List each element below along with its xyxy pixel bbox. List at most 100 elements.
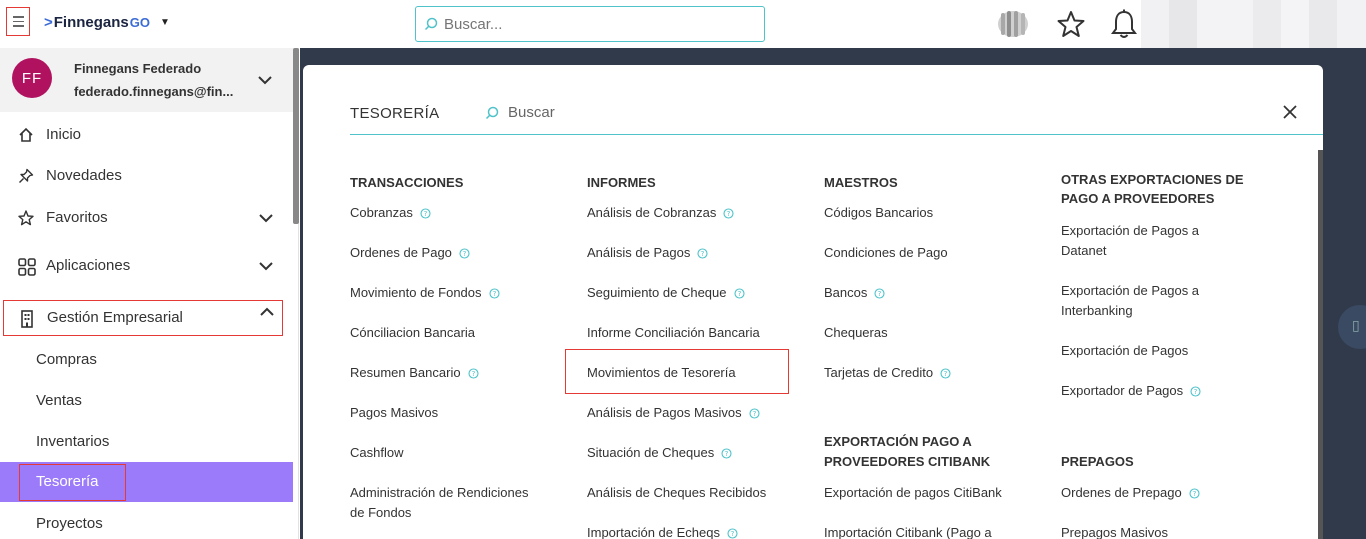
- menu-link[interactable]: Cobranzas?: [350, 203, 431, 223]
- menu-link[interactable]: Pagos Masivos: [350, 403, 438, 423]
- hamburger-icon[interactable]: [6, 7, 30, 36]
- menu-link[interactable]: Informe Conciliación Bancaria: [587, 323, 760, 343]
- menu-link[interactable]: Condiciones de Pago: [824, 243, 948, 263]
- sidebar-subitem-tesoreria[interactable]: Tesorería: [0, 462, 293, 502]
- menu-link-label: Situación de Cheques: [587, 445, 715, 460]
- building-icon: [21, 310, 33, 328]
- help-icon[interactable]: ?: [459, 247, 470, 259]
- close-icon[interactable]: [1282, 104, 1298, 120]
- sidebar-subitem-inventarios[interactable]: Inventarios: [0, 422, 293, 462]
- star-icon[interactable]: [1057, 10, 1085, 38]
- home-icon: [19, 127, 33, 142]
- menu-link[interactable]: Administración de Rendiciones: [350, 483, 528, 503]
- menu-link[interactable]: Exportación de Pagos: [1061, 341, 1188, 361]
- menu-link-continuation[interactable]: Interbanking: [1061, 301, 1133, 321]
- sidebar-item-inicio[interactable]: Inicio: [0, 115, 293, 155]
- menu-link[interactable]: Cashflow: [350, 443, 403, 463]
- sidebar-item-gestion-empresarial[interactable]: Gestión Empresarial: [3, 300, 283, 336]
- menu-link[interactable]: Ordenes de Prepago?: [1061, 483, 1200, 503]
- search-icon: [485, 106, 499, 119]
- menu-link-label: Movimiento de Fondos: [350, 285, 482, 300]
- help-icon[interactable]: ?: [733, 287, 745, 299]
- help-icon[interactable]: ?: [420, 207, 431, 219]
- svg-text:?: ?: [463, 250, 467, 258]
- help-icon[interactable]: ?: [727, 527, 738, 539]
- menu-link-label: Análisis de Pagos Masivos: [587, 405, 742, 420]
- help-icon[interactable]: ?: [874, 287, 885, 299]
- finnegans-globe-icon[interactable]: [995, 9, 1031, 39]
- menu-link[interactable]: Análisis de Pagos?: [587, 243, 708, 263]
- sidebar-item-label: Inicio: [46, 126, 82, 143]
- menu-link[interactable]: Cónciliacion Bancaria: [350, 323, 475, 343]
- sidebar-subitem-compras[interactable]: Compras: [0, 340, 293, 380]
- menu-link-label: Exportación de Pagos: [1061, 343, 1189, 358]
- help-icon[interactable]: ?: [1190, 385, 1201, 397]
- menu-link-label: Análisis de Cheques Recibidos: [587, 485, 767, 500]
- menu-link[interactable]: Análisis de Cobranzas?: [587, 203, 734, 223]
- chevron-down-icon[interactable]: [259, 262, 273, 271]
- menu-link[interactable]: Ordenes de Pago?: [350, 243, 470, 263]
- sidebar-subitem-ventas[interactable]: Ventas: [0, 381, 293, 421]
- panel-search-placeholder[interactable]: Buscar: [508, 104, 555, 121]
- sidebar-item-favoritos[interactable]: Favoritos: [0, 198, 293, 238]
- app-logo[interactable]: > Finnegans GO ▼: [44, 14, 170, 31]
- help-icon[interactable]: ?: [488, 287, 500, 299]
- menu-link[interactable]: Movimiento de Fondos?: [350, 283, 500, 303]
- sidebar-subitem-proyectos[interactable]: Proyectos: [0, 504, 293, 539]
- section-heading: TRANSACCIONES: [350, 175, 464, 190]
- menu-link-label: Tarjetas de Credito: [824, 365, 934, 380]
- menu-link-continuation[interactable]: de Fondos: [350, 503, 411, 523]
- menu-link[interactable]: Exportación de pagos CitiBank: [824, 483, 1002, 503]
- menu-link[interactable]: Bancos?: [824, 283, 885, 303]
- global-search[interactable]: [415, 6, 765, 42]
- menu-link-label: Informe Conciliación Bancaria: [587, 325, 760, 340]
- panel-search[interactable]: Buscar: [485, 104, 555, 121]
- help-icon[interactable]: ?: [1189, 487, 1200, 499]
- menu-link[interactable]: Tarjetas de Credito?: [824, 363, 951, 383]
- menu-link[interactable]: Exportación de Pagos a: [1061, 221, 1199, 241]
- help-icon[interactable]: ?: [723, 207, 734, 219]
- menu-link-label: Interbanking: [1061, 303, 1133, 318]
- avatar[interactable]: FF: [12, 58, 52, 98]
- svg-text:?: ?: [424, 210, 428, 218]
- panel-scrollbar[interactable]: [1318, 150, 1323, 539]
- help-icon[interactable]: ?: [749, 407, 760, 419]
- menu-link[interactable]: Importación Citibank (Pago a: [824, 523, 992, 539]
- menu-link[interactable]: Chequeras: [824, 323, 888, 343]
- user-card[interactable]: FF Finnegans Federado federado.finnegans…: [0, 48, 298, 112]
- sidebar-subitem-label: Proyectos: [36, 515, 103, 532]
- section-heading: OTRAS EXPORTACIONES DE: [1061, 172, 1244, 187]
- menu-link[interactable]: Códigos Bancarios: [824, 203, 933, 223]
- sidebar-scrollbar[interactable]: [293, 48, 299, 224]
- chevron-up-icon[interactable]: [260, 307, 274, 316]
- menu-link[interactable]: Situación de Cheques?: [587, 443, 732, 463]
- menu-link[interactable]: Resumen Bancario?: [350, 363, 479, 383]
- svg-text:?: ?: [725, 450, 729, 458]
- svg-text:?: ?: [701, 250, 705, 258]
- caret-down-icon[interactable]: ▼: [160, 17, 170, 28]
- grid-icon: [18, 258, 36, 276]
- menu-link[interactable]: Exportación de Pagos a: [1061, 281, 1199, 301]
- svg-text:?: ?: [1194, 388, 1198, 396]
- help-icon[interactable]: ?: [721, 447, 732, 459]
- svg-text:?: ?: [492, 290, 496, 298]
- sidebar-item-aplicaciones[interactable]: Aplicaciones: [0, 246, 293, 286]
- bell-icon[interactable]: [1111, 9, 1137, 39]
- menu-link[interactable]: Exportador de Pagos?: [1061, 381, 1201, 401]
- menu-link-label: Chequeras: [824, 325, 888, 340]
- menu-link[interactable]: Seguimiento de Cheque?: [587, 283, 745, 303]
- help-icon[interactable]: ?: [697, 247, 708, 259]
- menu-link[interactable]: Análisis de Cheques Recibidos: [587, 483, 766, 503]
- help-icon[interactable]: ?: [468, 367, 479, 379]
- menu-link[interactable]: Prepagos Masivos: [1061, 523, 1168, 539]
- chevron-down-icon[interactable]: [258, 76, 272, 85]
- global-search-input[interactable]: [444, 15, 744, 33]
- chevron-down-icon[interactable]: [259, 214, 273, 223]
- sidebar-item-novedades[interactable]: Novedades: [0, 156, 293, 196]
- menu-link[interactable]: Análisis de Pagos Masivos?: [587, 403, 760, 423]
- menu-link-continuation[interactable]: Datanet: [1061, 241, 1107, 261]
- menu-link-label: Análisis de Cobranzas: [587, 205, 717, 220]
- menu-link-label: Exportación de Pagos a: [1061, 223, 1200, 238]
- help-icon[interactable]: ?: [940, 367, 951, 379]
- menu-link[interactable]: Importación de Echeqs?: [587, 523, 738, 539]
